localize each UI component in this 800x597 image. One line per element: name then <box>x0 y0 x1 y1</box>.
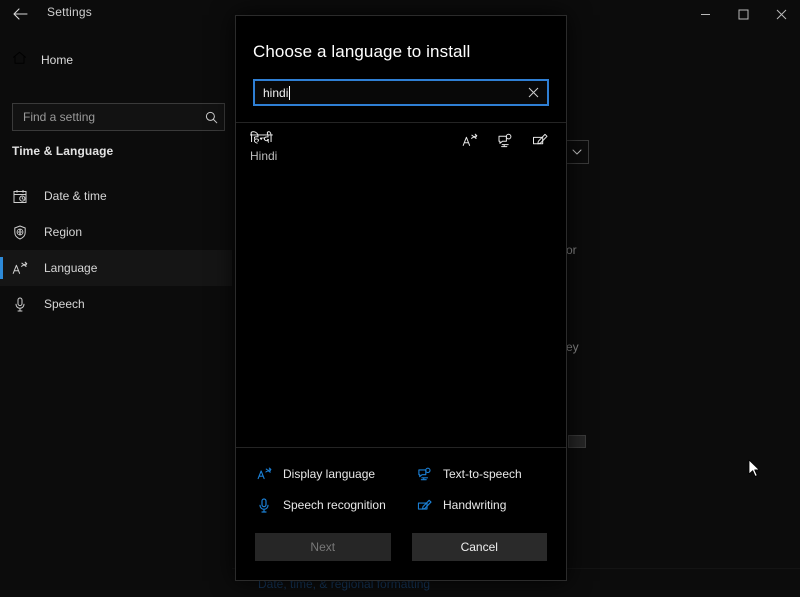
handwriting-icon <box>532 132 548 148</box>
language-results-list[interactable]: हिन्दी Hindi <box>236 123 566 447</box>
sidebar-item-region[interactable]: Region <box>0 214 232 250</box>
language-names: हिन्दी Hindi <box>250 129 277 163</box>
sidebar-section-title: Time & Language <box>12 144 113 158</box>
language-dropdown[interactable] <box>565 140 589 164</box>
legend-label: Speech recognition <box>283 498 386 512</box>
close-button[interactable] <box>762 0 800 28</box>
legend-handwriting: Handwriting <box>416 497 566 513</box>
search-placeholder: Find a setting <box>23 110 205 124</box>
sidebar-item-home[interactable]: Home <box>0 44 232 76</box>
speech-recognition-icon <box>256 497 272 513</box>
dialog-title: Choose a language to install <box>253 42 566 62</box>
legend-text-to-speech: Text-to-speech <box>416 466 566 482</box>
cancel-button[interactable]: Cancel <box>412 533 548 561</box>
dialog-buttons: Next Cancel <box>236 519 566 580</box>
back-button[interactable] <box>10 4 30 24</box>
language-capability-icons <box>462 132 548 148</box>
screen: Settings Home <box>0 0 800 597</box>
search-input[interactable]: Find a setting <box>12 103 225 131</box>
window-title: Settings <box>47 5 92 19</box>
capability-legend: Display language Text-to-speech <box>256 448 566 519</box>
display-language-icon <box>256 466 272 482</box>
home-icon <box>12 51 27 70</box>
sidebar-home-label: Home <box>41 53 73 67</box>
legend-label: Text-to-speech <box>443 467 522 481</box>
handwriting-icon <box>416 497 432 513</box>
microphone-icon <box>12 297 28 312</box>
sidebar-item-label: Speech <box>44 297 85 311</box>
sidebar-item-label: Date & time <box>44 189 107 203</box>
sidebar-item-label: Language <box>44 261 97 275</box>
legend-speech-recognition: Speech recognition <box>256 497 416 513</box>
display-language-icon <box>462 132 478 148</box>
sidebar-item-speech[interactable]: Speech <box>0 286 232 322</box>
language-search-value: hindi <box>263 86 288 100</box>
globe-shield-icon <box>12 225 28 240</box>
language-search-value-wrap: hindi <box>263 86 523 100</box>
language-search-input[interactable]: hindi <box>253 79 549 106</box>
list-item[interactable]: हिन्दी Hindi <box>236 123 566 171</box>
legend-display-language: Display language <box>256 466 416 482</box>
text-to-speech-icon <box>497 132 513 148</box>
legend-label: Display language <box>283 467 375 481</box>
choose-language-dialog: Choose a language to install hindi हिन्द… <box>235 15 567 581</box>
legend-label: Handwriting <box>443 498 506 512</box>
sidebar: Home Find a setting Time & Language <box>0 28 232 597</box>
sidebar-item-label: Region <box>44 225 82 239</box>
keyboard-chip <box>568 435 586 448</box>
text-to-speech-icon <box>416 466 432 482</box>
next-button[interactable]: Next <box>255 533 391 561</box>
background-text-fragment: or <box>566 243 577 257</box>
language-a-icon <box>12 261 28 276</box>
close-icon[interactable] <box>523 83 543 103</box>
sidebar-item-language[interactable]: Language <box>0 250 232 286</box>
search-icon <box>205 111 218 124</box>
language-english-name: Hindi <box>250 149 277 163</box>
sidebar-nav-list: Date & time Region <box>0 178 232 322</box>
calendar-clock-icon <box>12 189 28 204</box>
language-native-name: हिन्दी <box>250 129 277 146</box>
minimize-button[interactable] <box>686 0 724 28</box>
window-controls <box>686 0 800 28</box>
sidebar-item-date-time[interactable]: Date & time <box>0 178 232 214</box>
background-text-fragment: ey <box>566 340 579 354</box>
text-caret <box>289 86 290 100</box>
maximize-button[interactable] <box>724 0 762 28</box>
